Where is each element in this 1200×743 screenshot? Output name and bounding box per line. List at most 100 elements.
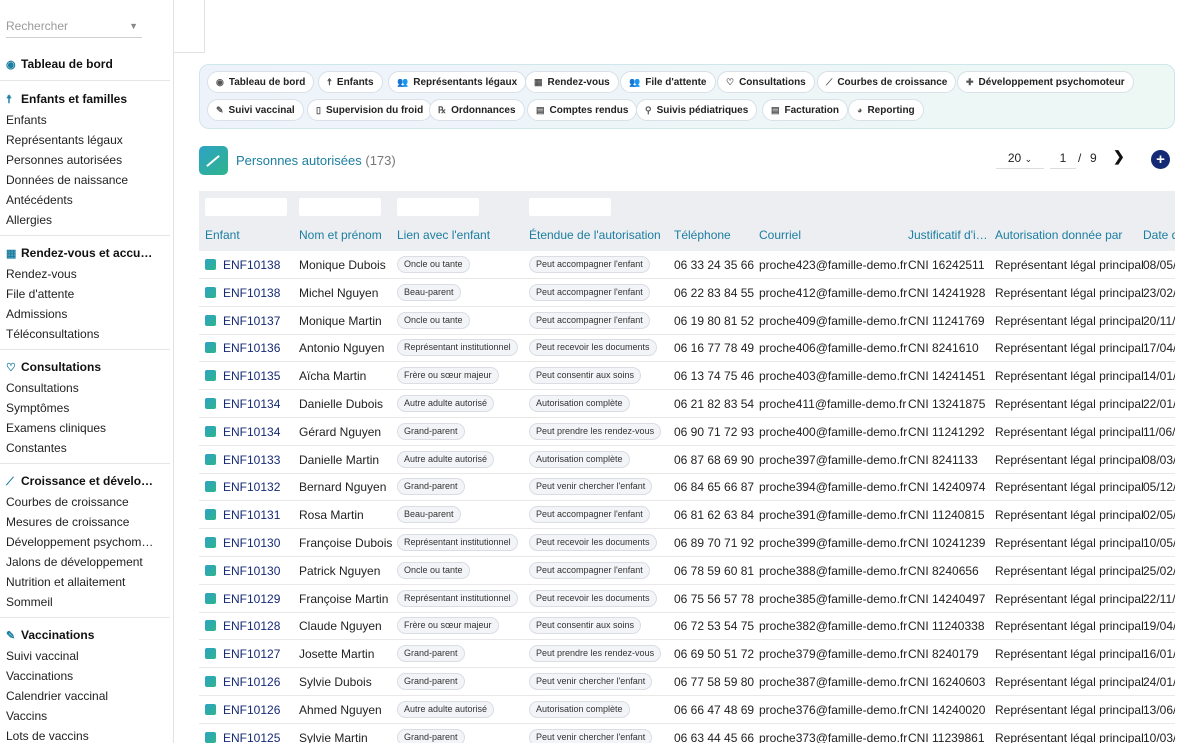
column-header-telephone[interactable]: Téléphone (674, 228, 731, 242)
nav-developpement[interactable]: ✚ Développement psychomoteur (957, 71, 1134, 93)
table-row[interactable]: ENF10130 Françoise Dubois Représentant ins… (199, 529, 1175, 557)
sidebar-item-consultations[interactable]: Consultations (6, 381, 79, 395)
edit-icon[interactable] (205, 342, 216, 354)
edit-icon[interactable] (205, 425, 216, 437)
cell-enfant[interactable]: ENF10136 (223, 341, 280, 355)
filter-input-nom[interactable] (299, 198, 381, 216)
nav-suivis-pediatriques[interactable]: ⚲ Suivis pédiatriques (636, 99, 758, 121)
per-page-select[interactable]: 20 ⌄ (996, 147, 1044, 169)
edit-icon[interactable] (205, 703, 216, 715)
sidebar-item-representants[interactable]: Représentants légaux (6, 133, 123, 147)
edit-icon[interactable] (205, 370, 216, 382)
cell-enfant[interactable]: ENF10127 (223, 647, 280, 661)
sidebar-item-vaccinations[interactable]: Vaccinations (6, 669, 73, 683)
sidebar-item-mesures[interactable]: Mesures de croissance (6, 515, 129, 529)
next-page-button[interactable]: ❯ (1113, 148, 1125, 165)
table-row[interactable]: ENF10136 Antonio Nguyen Représentant insti… (199, 334, 1175, 363)
edit-icon[interactable] (205, 453, 216, 465)
cell-enfant[interactable]: ENF10133 (223, 453, 280, 467)
sidebar-item-symptomes[interactable]: Symptômes (6, 401, 69, 415)
table-row[interactable]: ENF10134 Gérard Nguyen Grand-parent Peut pr… (199, 418, 1175, 446)
nav-tableau-de-bord[interactable]: ◉ Tableau de bord (207, 71, 315, 93)
table-row[interactable]: ENF10133 Danielle Martin Autre adulte auto… (199, 446, 1175, 474)
nav-representants[interactable]: 👥 Représentants légaux (388, 71, 527, 93)
filter-input-etendue[interactable] (529, 198, 611, 216)
cell-enfant[interactable]: ENF10134 (223, 425, 280, 439)
page-number-input[interactable]: 1 (1050, 147, 1076, 169)
sidebar-item-nutrition[interactable]: Nutrition et allaitement (6, 575, 125, 589)
column-header-date[interactable]: Date d (1143, 228, 1175, 242)
edit-icon[interactable] (205, 398, 216, 409)
cell-enfant[interactable]: ENF10132 (223, 480, 280, 494)
sidebar-section-consultations[interactable]: ♡ Consultations (6, 360, 101, 374)
column-header-autorisation[interactable]: Autorisation donnée par (995, 228, 1122, 242)
sidebar-item-calendrier[interactable]: Calendrier vaccinal (6, 689, 108, 703)
nav-rendez-vous[interactable]: ▦ Rendez-vous (525, 71, 619, 93)
column-header-justificatif[interactable]: Justificatif d'i… (908, 228, 988, 242)
table-row[interactable]: ENF10138 Monique Dubois Oncle ou tante Peut… (199, 251, 1175, 279)
sidebar-item-examens[interactable]: Examens cliniques (6, 421, 106, 435)
sidebar-item-courbes[interactable]: Courbes de croissance (6, 495, 129, 509)
nav-courbes[interactable]: ⟋ Courbes de croissance (817, 71, 957, 93)
sidebar-item-developpement[interactable]: Développement psychom… (6, 535, 153, 549)
edit-icon[interactable] (205, 509, 216, 521)
table-row[interactable]: ENF10126 Sylvie Dubois Grand-parent Peut ve… (199, 668, 1175, 696)
table-row[interactable]: ENF10135 Aïcha Martin Frère ou sœur majeur… (199, 362, 1175, 391)
sidebar-item-allergies[interactable]: Allergies (6, 213, 52, 227)
edit-icon[interactable] (205, 481, 216, 493)
sidebar-item-suivi-vaccinal[interactable]: Suivi vaccinal (6, 649, 79, 663)
edit-icon[interactable] (205, 259, 216, 270)
cell-enfant[interactable]: ENF10130 (223, 536, 280, 550)
table-row[interactable]: ENF10129 Françoise Martin Représentant ins… (199, 585, 1175, 613)
sidebar-dashboard[interactable]: ◉ Tableau de bord (6, 57, 113, 71)
table-row[interactable]: ENF10130 Patrick Nguyen Oncle ou tante Peut… (199, 557, 1175, 585)
search-input[interactable]: Rechercher ▼ (6, 15, 142, 38)
cell-enfant[interactable]: ENF10128 (223, 619, 280, 633)
sidebar-item-sommeil[interactable]: Sommeil (6, 595, 53, 609)
sidebar-item-vaccins[interactable]: Vaccins (6, 709, 47, 723)
edit-icon[interactable] (205, 620, 216, 632)
sidebar-section-croissance[interactable]: ⟋ Croissance et dévelo… (6, 474, 153, 489)
sidebar-item-jalons[interactable]: Jalons de développement (6, 555, 143, 569)
cell-enfant[interactable]: ENF10138 (223, 286, 280, 300)
edit-icon[interactable] (205, 592, 216, 604)
table-row[interactable]: ENF10138 Michel Nguyen Beau-parent Peut acc… (199, 279, 1175, 307)
column-header-nom[interactable]: Nom et prénom (299, 228, 382, 242)
sidebar-item-admissions[interactable]: Admissions (6, 307, 67, 321)
sidebar-item-enfants[interactable]: Enfants (6, 113, 47, 127)
table-row[interactable]: ENF10131 Rosa Martin Beau-parent Peut accom… (199, 501, 1175, 530)
sidebar-item-constantes[interactable]: Constantes (6, 441, 67, 455)
nav-suivi-vaccinal[interactable]: ✎ Suivi vaccinal (207, 99, 304, 121)
edit-icon[interactable] (205, 648, 216, 660)
sidebar-item-file-attente[interactable]: File d'attente (6, 287, 74, 301)
filter-input-lien[interactable] (397, 198, 479, 216)
nav-facturation[interactable]: ▤ Facturation (762, 99, 848, 121)
nav-comptes-rendus[interactable]: ▤ Comptes rendus (527, 99, 638, 121)
nav-supervision-froid[interactable]: ▯ Supervision du froid (307, 99, 433, 121)
edit-icon[interactable] (205, 286, 216, 298)
table-row[interactable]: ENF10127 Josette Martin Grand-parent Peut p… (199, 640, 1175, 669)
sidebar-item-personnes-autorisees[interactable]: Personnes autorisées (6, 153, 122, 167)
table-row[interactable]: ENF10137 Monique Martin Oncle ou tante Peut… (199, 307, 1175, 335)
cell-enfant[interactable]: ENF10126 (223, 675, 280, 689)
sidebar-section-rendez-vous[interactable]: ▦ Rendez-vous et accu… (6, 246, 152, 260)
sidebar-item-antecedents[interactable]: Antécédents (6, 193, 73, 207)
nav-consultations[interactable]: ♡ Consultations (717, 71, 815, 93)
table-row[interactable]: ENF10126 Ahmed Nguyen Autre adulte autoris… (199, 696, 1175, 724)
edit-icon[interactable] (205, 537, 216, 548)
chevron-down-icon[interactable]: ▼ (129, 15, 138, 38)
cell-enfant[interactable]: ENF10126 (223, 703, 280, 717)
cell-enfant[interactable]: ENF10138 (223, 258, 280, 272)
sidebar-item-teleconsultations[interactable]: Téléconsultations (6, 327, 99, 341)
nav-enfants[interactable]: ☨ Enfants (318, 71, 383, 93)
sidebar-item-rendez-vous[interactable]: Rendez-vous (6, 267, 77, 281)
table-row[interactable]: ENF10132 Bernard Nguyen Grand-parent Peut v… (199, 473, 1175, 502)
nav-file-attente[interactable]: 👥 File d'attente (620, 71, 716, 93)
column-header-etendue[interactable]: Étendue de l'autorisation (529, 228, 661, 242)
add-button[interactable]: + (1151, 150, 1170, 169)
cell-enfant[interactable]: ENF10137 (223, 314, 280, 328)
column-header-courriel[interactable]: Courriel (759, 228, 801, 242)
nav-reporting[interactable]: ◕ Reporting (848, 99, 924, 121)
table-row[interactable]: ENF10125 Sylvie Martin Grand-parent Peut ve… (199, 724, 1175, 743)
edit-icon[interactable] (205, 314, 216, 326)
